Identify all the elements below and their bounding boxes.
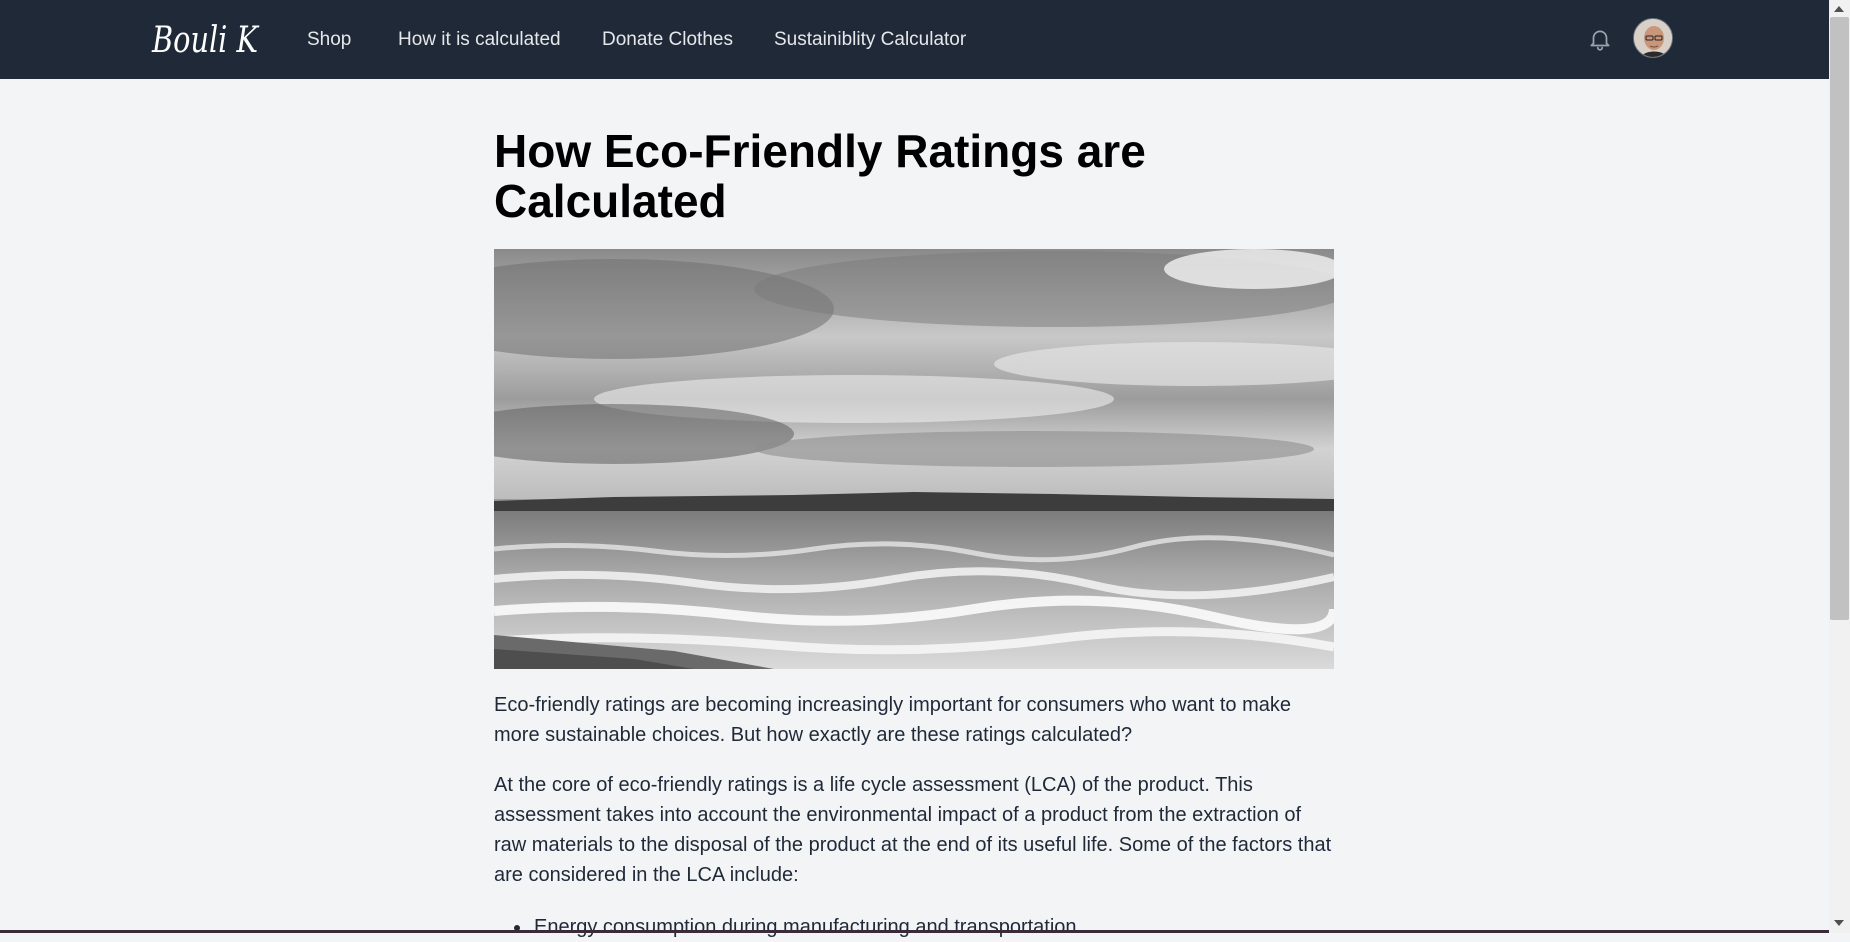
nav-shop[interactable]: Shop bbox=[307, 29, 351, 51]
scroll-down-arrow-icon[interactable] bbox=[1834, 920, 1844, 926]
avatar[interactable] bbox=[1633, 18, 1673, 58]
intro-paragraph: Eco-friendly ratings are becoming increa… bbox=[494, 694, 1292, 746]
page-title: How Eco-Friendly Ratings are Calculated bbox=[494, 125, 1146, 227]
bell-icon[interactable] bbox=[1587, 26, 1613, 52]
list-item: Energy consumption during manufacturing … bbox=[494, 912, 1334, 942]
logo-text: Bouli K bbox=[151, 20, 259, 61]
scroll-up-arrow-icon[interactable] bbox=[1834, 6, 1844, 12]
logo[interactable]: Bouli K bbox=[150, 14, 266, 62]
top-navbar: Bouli K Shop How it is calculated Donate… bbox=[0, 0, 1829, 79]
scrollbar-thumb[interactable] bbox=[1830, 17, 1849, 620]
lca-paragraph: At the core of eco-friendly ratings is a… bbox=[494, 774, 1332, 886]
nav-sustainability-calculator[interactable]: Sustainiblity Calculator bbox=[774, 29, 966, 51]
nav-how-it-is-calculated[interactable]: How it is calculated bbox=[398, 29, 561, 51]
lca-factor-list: Energy consumption during manufacturing … bbox=[494, 912, 1334, 942]
hero-image-seascape bbox=[494, 249, 1334, 669]
nav-donate-clothes[interactable]: Donate Clothes bbox=[602, 29, 733, 51]
